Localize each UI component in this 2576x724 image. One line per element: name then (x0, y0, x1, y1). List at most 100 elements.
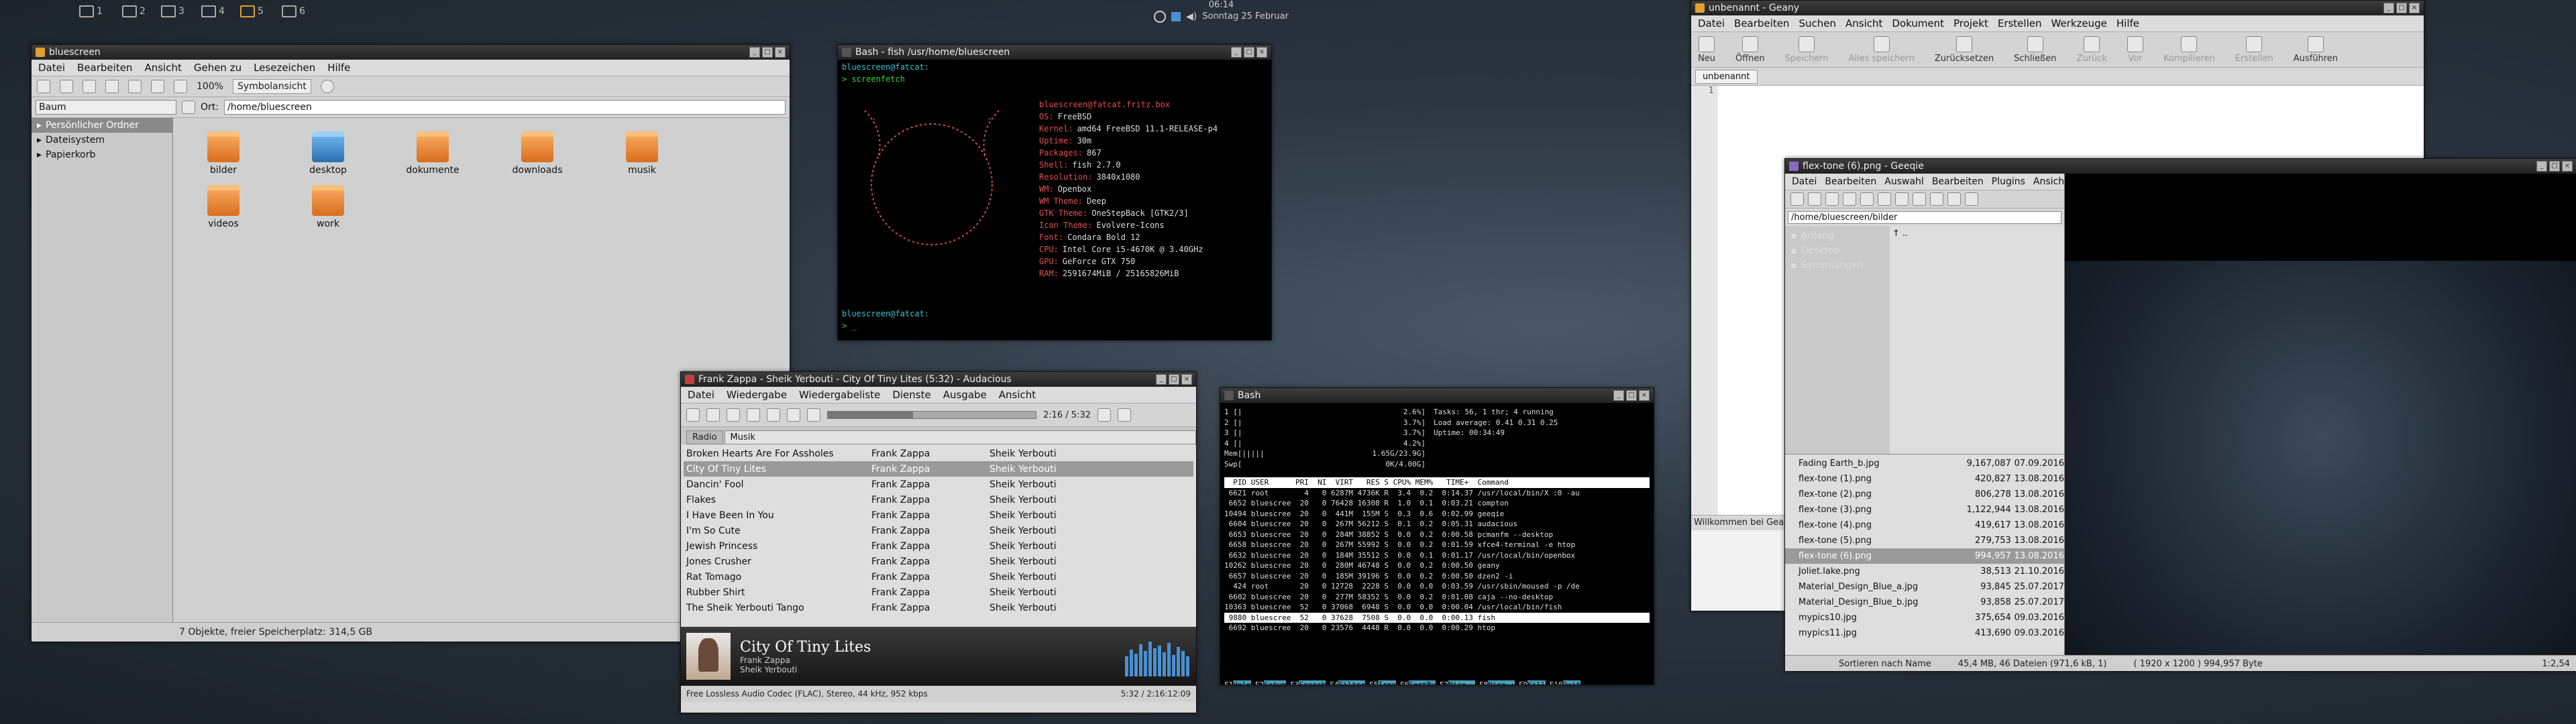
file-row[interactable]: flex-tone (4).png 419,617 13.08.2016 (1785, 518, 2064, 533)
process-row[interactable]: 9880 bluescree 52 0 37628 7508 S 0.0 0.0… (1224, 612, 1650, 623)
volume-icon[interactable] (1097, 408, 1112, 422)
file-row[interactable]: flex-tone (6).png 994,957 13.08.2016 (1785, 548, 2064, 564)
process-row[interactable]: 6692 bluescree 20 0 23576 4448 R 0.0 0.0… (1224, 623, 1650, 634)
process-row[interactable]: 6602 bluescree 20 0 277M 58352 S 0.0 0.2… (1224, 592, 1650, 603)
menu-help[interactable]: Hilfe (2116, 17, 2139, 29)
maximize-button[interactable]: □ (1626, 390, 1637, 401)
tree-item-filesystem[interactable]: ▸ Dateisystem (32, 133, 172, 147)
folder-musik[interactable]: musik (598, 131, 686, 176)
location-input[interactable]: /home/bluescreen (223, 100, 786, 115)
menu-edit[interactable]: Bearbeiten (1825, 176, 1876, 187)
fkey-f8[interactable]: F8Nice + (1479, 680, 1515, 684)
maximize-button[interactable]: □ (1244, 47, 1254, 58)
geeqie-titlebar[interactable]: flex-tone (6).png - Geeqie _ □ × (1785, 159, 2576, 174)
process-row[interactable]: 6658 bluescree 20 0 267M 55992 S 0.0 0.2… (1224, 540, 1650, 550)
menu-edit[interactable]: Bearbeiten (77, 62, 132, 74)
audacious-titlebar[interactable]: Frank Zappa - Sheik Yerbouti - City Of T… (681, 372, 1196, 387)
tool-button-4[interactable]: Zurücksetzen (1935, 36, 1994, 64)
terminal-content[interactable]: bluescreen@fatcat: > screenfetch ' ' blue… (838, 60, 1271, 340)
menu-tools[interactable]: Werkzeuge (2051, 17, 2106, 29)
close-button[interactable]: × (775, 47, 786, 58)
bookmark-desktop[interactable]: ▪ Desktop (1785, 243, 1890, 258)
close-button[interactable]: × (2409, 3, 2420, 13)
tab-musik[interactable]: Musik (724, 430, 1196, 444)
view-mode-select[interactable]: Symbolansicht (233, 79, 311, 94)
up-icon[interactable] (1843, 192, 1856, 206)
fkey-f5[interactable]: F5Tree (1369, 680, 1396, 684)
process-row[interactable]: 6604 bluescree 20 0 267M 56212 S 0.1 0.2… (1224, 519, 1650, 530)
folder-bilder[interactable]: bilder (180, 131, 267, 176)
htop-titlebar[interactable]: Bash _ □ × (1220, 388, 1654, 403)
back-icon[interactable] (37, 80, 50, 93)
tool-button-9[interactable]: Erstellen (2235, 36, 2273, 64)
menu-search[interactable]: Suchen (1799, 17, 1836, 29)
home-icon[interactable] (1860, 192, 1874, 206)
minimize-button[interactable]: _ (1231, 47, 1242, 58)
pause-icon[interactable] (767, 408, 780, 422)
playlist-row[interactable]: I'm So Cute Frank Zappa Sheik Yerbouti (684, 523, 1193, 538)
process-row[interactable]: 6632 bluescree 20 0 184M 35512 S 0.0 0.1… (1224, 550, 1650, 561)
file-row[interactable]: Fading Earth_b.jpg 9,167,087 07.09.2016 (1785, 456, 2064, 471)
menu-build[interactable]: Erstellen (1998, 17, 2042, 29)
close-button[interactable]: × (2562, 161, 2573, 172)
folder-desktop[interactable]: desktop (284, 131, 372, 176)
process-row[interactable]: 10262 bluescree 20 0 280M 46748 S 0.0 0.… (1224, 560, 1650, 571)
menu-project[interactable]: Projekt (1953, 17, 1988, 29)
tab-unbenannt[interactable]: unbenannt (1695, 69, 1758, 84)
file-manager-window[interactable]: bluescreen _ □ × Datei Bearbeiten Ansicht … (31, 44, 790, 642)
process-row[interactable]: 10494 bluescree 20 0 441M 155M S 0.3 0.6… (1224, 509, 1650, 520)
previous-icon[interactable] (747, 408, 760, 422)
maximize-button[interactable]: □ (762, 47, 773, 58)
panel-item-home[interactable]: 1 (79, 3, 103, 20)
menu-file[interactable]: Datei (1698, 17, 1725, 29)
home-icon[interactable] (151, 80, 164, 93)
power-icon[interactable] (1154, 11, 1166, 23)
maximize-button[interactable]: □ (2549, 161, 2560, 172)
zoom-control[interactable]: 100% (197, 81, 223, 92)
settings-icon[interactable] (1965, 192, 1978, 206)
file-row[interactable]: flex-tone (2).png 806,278 13.08.2016 (1785, 487, 2064, 502)
audacious-window[interactable]: Frank Zappa - Sheik Yerbouti - City Of T… (680, 371, 1197, 713)
fkey-f6[interactable]: F6SortBy (1400, 680, 1436, 684)
seek-slider[interactable] (827, 411, 1036, 419)
htop-content[interactable]: 1 [| 2.6%] 2 [| 3.7%] 3 [| 3.7%] 4 [| 4.2%] Mem[… (1220, 403, 1654, 684)
next-icon[interactable] (807, 408, 820, 422)
zoom-fit-icon[interactable] (1930, 192, 1943, 206)
fkey-f4[interactable]: F4Filter (1330, 680, 1366, 684)
bookmark-anfang[interactable]: ▪ Anfang (1785, 229, 1890, 243)
file-row[interactable]: mypics10.jpg 375,654 09.03.2016 (1785, 610, 2064, 625)
list-icon[interactable] (1808, 192, 1821, 206)
menu-edit[interactable]: Bearbeiten (1734, 17, 1789, 29)
zoom-level[interactable]: 1:2,54 (2542, 659, 2570, 669)
close-button[interactable]: × (1256, 47, 1267, 58)
playlist-row[interactable]: I Have Been In You Frank Zappa Sheik Yerbo… (684, 507, 1193, 523)
tool-button-5[interactable]: Schließen (2014, 36, 2057, 64)
terminal-titlebar[interactable]: Bash - fish /usr/home/bluescreen _ □ × (838, 45, 1271, 60)
menu-file[interactable]: Datei (1792, 176, 1817, 187)
minimize-button[interactable]: _ (1613, 390, 1624, 401)
panel-item-window[interactable]: 4 (201, 3, 225, 20)
tool-button-8[interactable]: Kompilieren (2163, 36, 2215, 64)
minimize-button[interactable]: _ (1156, 374, 1167, 385)
image-view[interactable] (2065, 174, 2576, 655)
folder-work[interactable]: work (284, 185, 372, 229)
file-row[interactable]: flex-tone (1).png 420,827 13.08.2016 (1785, 471, 2064, 487)
tool-button-10[interactable]: Ausführen (2294, 36, 2338, 64)
clock[interactable]: 06:14 ◀) Sonntag 25 Februar (1154, 0, 1289, 23)
playlist-row[interactable]: Flakes Frank Zappa Sheik Yerbouti (684, 492, 1193, 507)
tool-button-6[interactable]: Zurück (2077, 36, 2107, 64)
file-row[interactable]: Joliet.lake.png 38,513 21.10.2016 (1785, 564, 2064, 579)
network-tray-icon[interactable] (1171, 12, 1181, 21)
tool-button-1[interactable]: Öffnen (1735, 36, 1765, 64)
tool-button-7[interactable]: Vor (2127, 36, 2143, 64)
zoom-in-icon[interactable] (1895, 192, 1909, 206)
tool-button-0[interactable]: Neu (1698, 36, 1715, 64)
repeat-icon[interactable] (686, 408, 700, 422)
tree-item-trash[interactable]: ▸ Papierkorb (32, 147, 172, 162)
menu-services[interactable]: Dienste (892, 389, 930, 401)
forward-icon[interactable] (60, 80, 73, 93)
sidebar-toggle-icon[interactable] (182, 101, 195, 114)
close-button[interactable]: × (1181, 374, 1192, 385)
tool-button-2[interactable]: Speichern (1785, 36, 1829, 64)
file-row[interactable]: mypics11.jpg 413,690 09.03.2016 (1785, 625, 2064, 641)
